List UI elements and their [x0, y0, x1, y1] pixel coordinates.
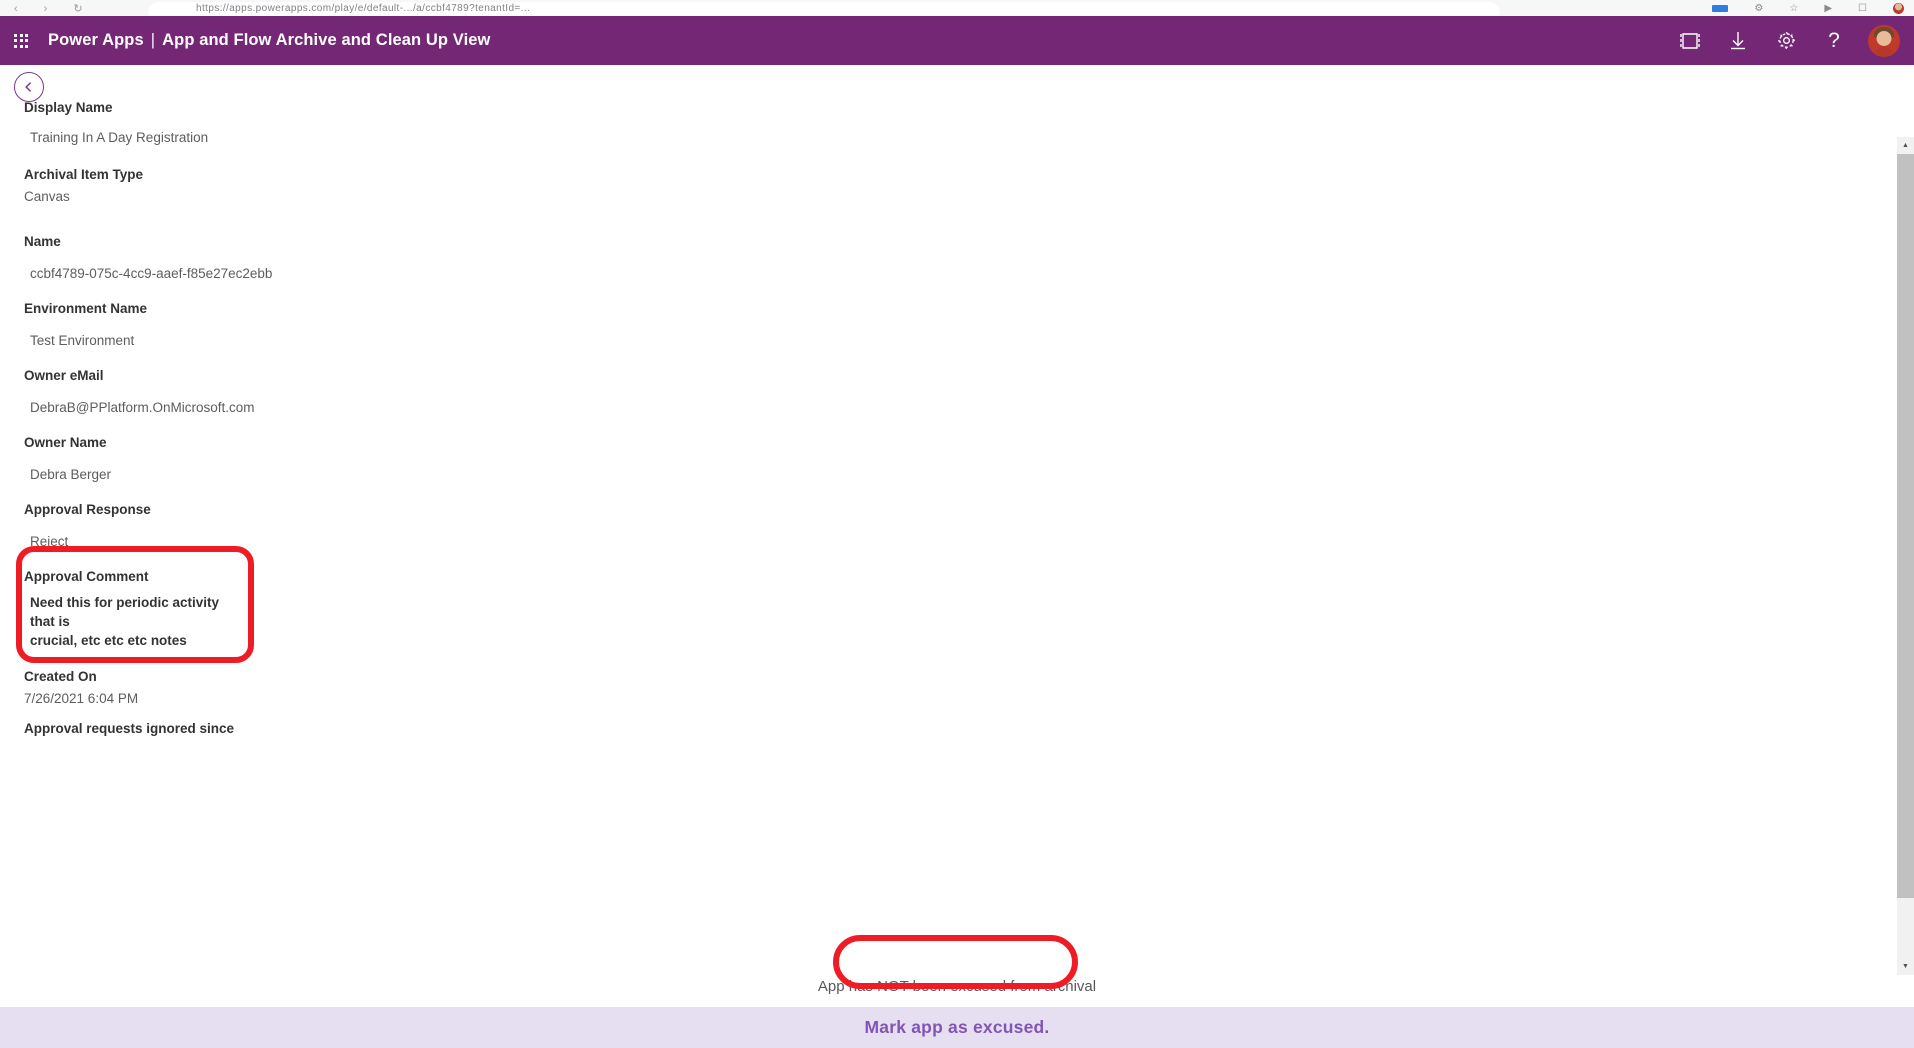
- field-label-environment-name: Environment Name: [24, 301, 148, 316]
- download-icon[interactable]: [1714, 19, 1762, 63]
- puzzle-icon[interactable]: ⚙: [1754, 3, 1763, 14]
- header-tools: ?: [1666, 19, 1914, 63]
- field-value-display-name: Training In A Day Registration: [30, 130, 209, 145]
- field-value-approval-response: Reject: [30, 534, 69, 549]
- field-label-created-on: Created On: [24, 669, 97, 684]
- scroll-down-arrow-icon[interactable]: ▼: [1897, 958, 1914, 975]
- bookmark-icon[interactable]: ☆: [1789, 3, 1798, 14]
- scrollbar-thumb[interactable]: [1897, 154, 1914, 898]
- field-label-owner-name: Owner Name: [24, 435, 107, 450]
- field-value-approval-comment: Need this for periodic activity that is …: [30, 595, 220, 648]
- field-label-name: Name: [24, 234, 61, 249]
- field-label-approval-comment: Approval Comment: [24, 569, 149, 584]
- field-label-approval-response: Approval Response: [24, 502, 151, 517]
- fullscreen-icon[interactable]: [1666, 19, 1714, 63]
- scroll-up-arrow-icon[interactable]: ▲: [1897, 137, 1914, 154]
- field-label-approval-ignored-since: Approval requests ignored since: [24, 721, 235, 736]
- browser-url-text: https://apps.powerapps.com/play/e/defaul…: [196, 3, 531, 14]
- field-label-owner-email: Owner eMail: [24, 368, 104, 383]
- scrollbar-track[interactable]: [1897, 154, 1914, 958]
- save-icon[interactable]: ☐: [1858, 3, 1867, 14]
- profile-avatar-icon[interactable]: [1893, 3, 1904, 14]
- media-icon[interactable]: ▶: [1824, 3, 1832, 14]
- back-arrow-icon[interactable]: ‹: [14, 4, 18, 15]
- field-value-owner-email: DebraB@PPlatform.OnMicrosoft.com: [30, 400, 255, 415]
- brand-name: Power Apps: [48, 31, 144, 49]
- mark-app-as-excused-button[interactable]: Mark app as excused.: [865, 1017, 1050, 1038]
- extension-pill-icon[interactable]: [1712, 5, 1729, 12]
- field-label-archival-item-type: Archival Item Type: [24, 167, 144, 182]
- reload-icon[interactable]: ↻: [73, 4, 82, 15]
- field-value-environment-name: Test Environment: [30, 333, 135, 348]
- header-brand: Power Apps | App and Flow Archive and Clea…: [48, 31, 491, 50]
- field-value-name: ccbf4789-075c-4cc9-aaef-f85e27ec2ebb: [30, 266, 273, 281]
- brand-divider: |: [150, 31, 156, 49]
- archival-status-text: App has NOT been excused from archival: [817, 978, 1097, 995]
- back-button[interactable]: [14, 72, 44, 102]
- avatar[interactable]: [1868, 24, 1900, 57]
- app-header: Power Apps | App and Flow Archive and Clea…: [0, 16, 1914, 65]
- page-title: App and Flow Archive and Clean Up View: [162, 31, 491, 49]
- browser-nav-controls[interactable]: ‹ › ↻: [14, 4, 83, 15]
- action-band: Mark app as excused.: [0, 1007, 1914, 1048]
- app-launcher-icon[interactable]: [14, 33, 28, 48]
- browser-chrome: ‹ › ↻ https://apps.powerapps.com/play/e/…: [0, 0, 1914, 16]
- help-icon[interactable]: ?: [1810, 19, 1858, 63]
- browser-extension-icons[interactable]: ⚙ ☆ ▶ ☐: [1712, 3, 1904, 14]
- app-canvas: Display Name Training In A Day Registrat…: [0, 65, 1914, 1048]
- field-label-display-name: Display Name: [24, 100, 113, 115]
- field-value-owner-name: Debra Berger: [30, 467, 112, 482]
- field-value-created-on: 7/26/2021 6:04 PM: [24, 691, 139, 706]
- field-value-archival-item-type: Canvas: [24, 189, 70, 204]
- gear-icon[interactable]: [1762, 19, 1810, 63]
- forward-arrow-icon[interactable]: ›: [44, 4, 48, 15]
- vertical-scrollbar[interactable]: ▲ ▼: [1897, 137, 1914, 975]
